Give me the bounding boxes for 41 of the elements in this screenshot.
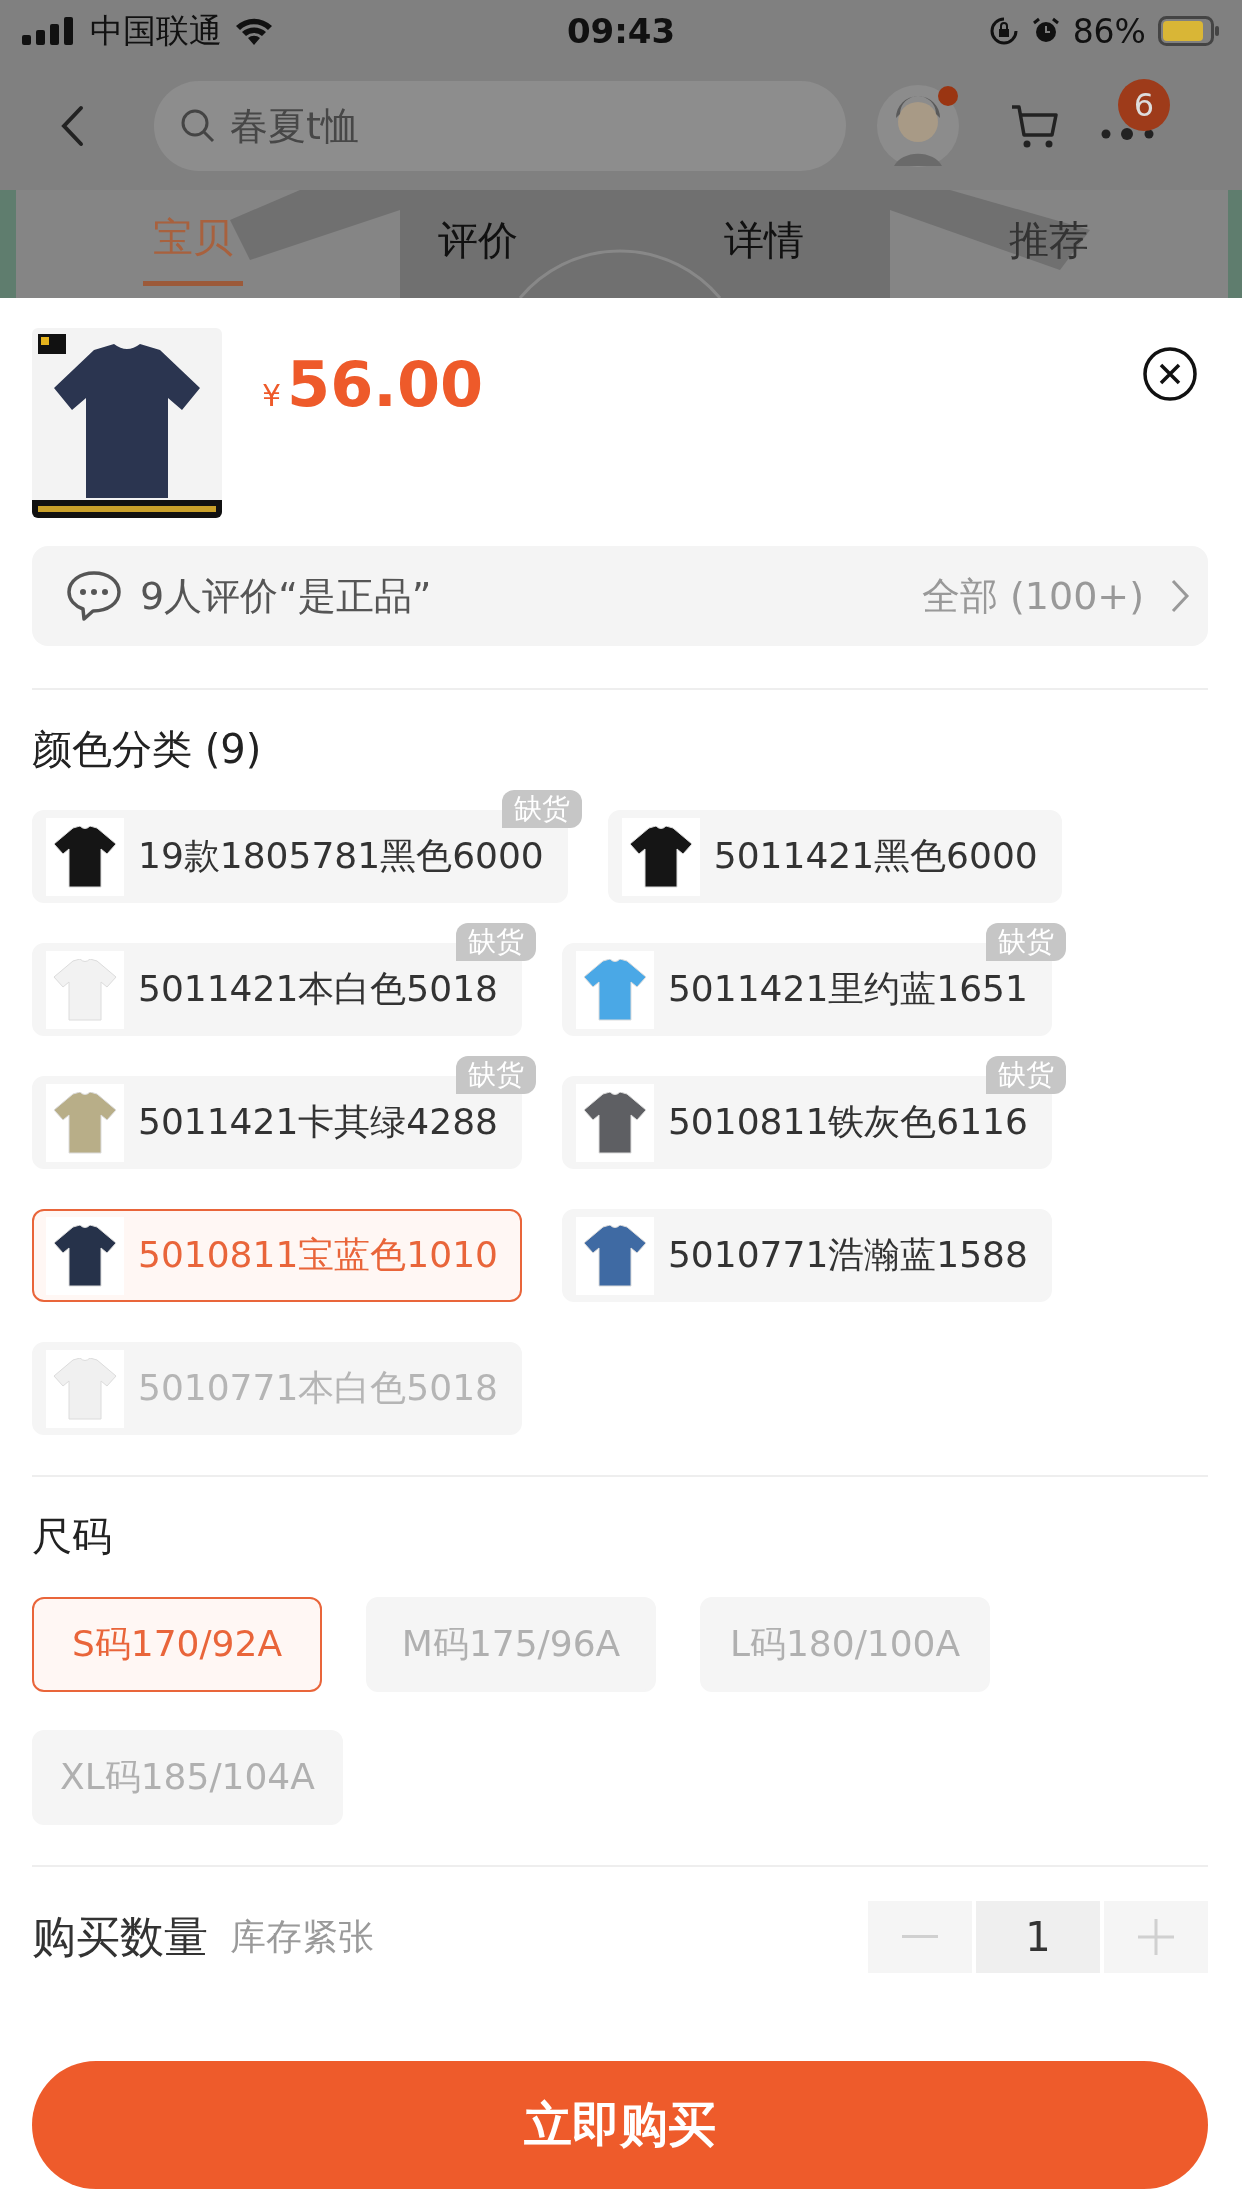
review-bar[interactable]: 9人评价“是正品” 全部 (100+) — [32, 546, 1208, 646]
buy-now-button[interactable]: 立即购买 — [32, 2061, 1208, 2189]
color-option[interactable]: 5010771浩瀚蓝1588 — [561, 1209, 1052, 1302]
tab[interactable]: 详情 — [713, 194, 814, 286]
notification-dot — [938, 86, 958, 106]
battery-icon — [1158, 16, 1220, 46]
minus-icon — [902, 1935, 938, 1939]
more-icon[interactable] — [1100, 127, 1156, 141]
out-of-stock-badge: 缺货 — [455, 1056, 536, 1094]
quantity-value[interactable]: 1 — [976, 1901, 1100, 1973]
out-of-stock-badge: 缺货 — [455, 923, 536, 961]
chevron-right-icon — [1170, 578, 1190, 614]
out-of-stock-badge: 缺货 — [985, 1056, 1066, 1094]
color-option[interactable]: 5011421黑色6000 — [607, 810, 1062, 903]
close-icon[interactable] — [1142, 346, 1198, 402]
more-badge: 6 — [1118, 79, 1170, 131]
review-count: 全部 (100+) — [921, 572, 1144, 620]
avatar-icon[interactable] — [876, 84, 960, 168]
price: 56.00 — [287, 348, 484, 421]
quantity-label: 购买数量 — [32, 1909, 208, 1964]
plus-icon — [1138, 1919, 1174, 1955]
tab[interactable]: 评价 — [428, 194, 529, 286]
comment-icon — [66, 570, 122, 622]
back-icon[interactable] — [60, 105, 84, 147]
currency-symbol: ¥ — [262, 378, 282, 413]
color-option[interactable]: 5010811宝蓝色1010 — [32, 1209, 522, 1302]
stock-note: 库存紧张 — [230, 1914, 375, 1959]
out-of-stock-badge: 缺货 — [985, 923, 1066, 961]
search-icon — [180, 108, 216, 144]
section-title: 颜色分类 (9) — [32, 726, 263, 772]
rotation-lock-icon — [988, 16, 1019, 46]
carrier-name: 中国联通 — [90, 9, 222, 52]
review-summary: 9人评价“是正品” — [140, 572, 433, 620]
search-field[interactable]: 春夏t恤 — [154, 81, 846, 171]
out-of-stock-badge: 缺货 — [501, 790, 582, 828]
size-option[interactable]: S码170/92A — [32, 1597, 322, 1692]
battery-percent: 86% — [1072, 11, 1146, 51]
status-time: 09:43 — [566, 11, 676, 51]
wifi-icon — [234, 16, 274, 46]
section-title: 尺码 — [32, 1513, 113, 1559]
tab[interactable]: 推荐 — [999, 194, 1100, 286]
